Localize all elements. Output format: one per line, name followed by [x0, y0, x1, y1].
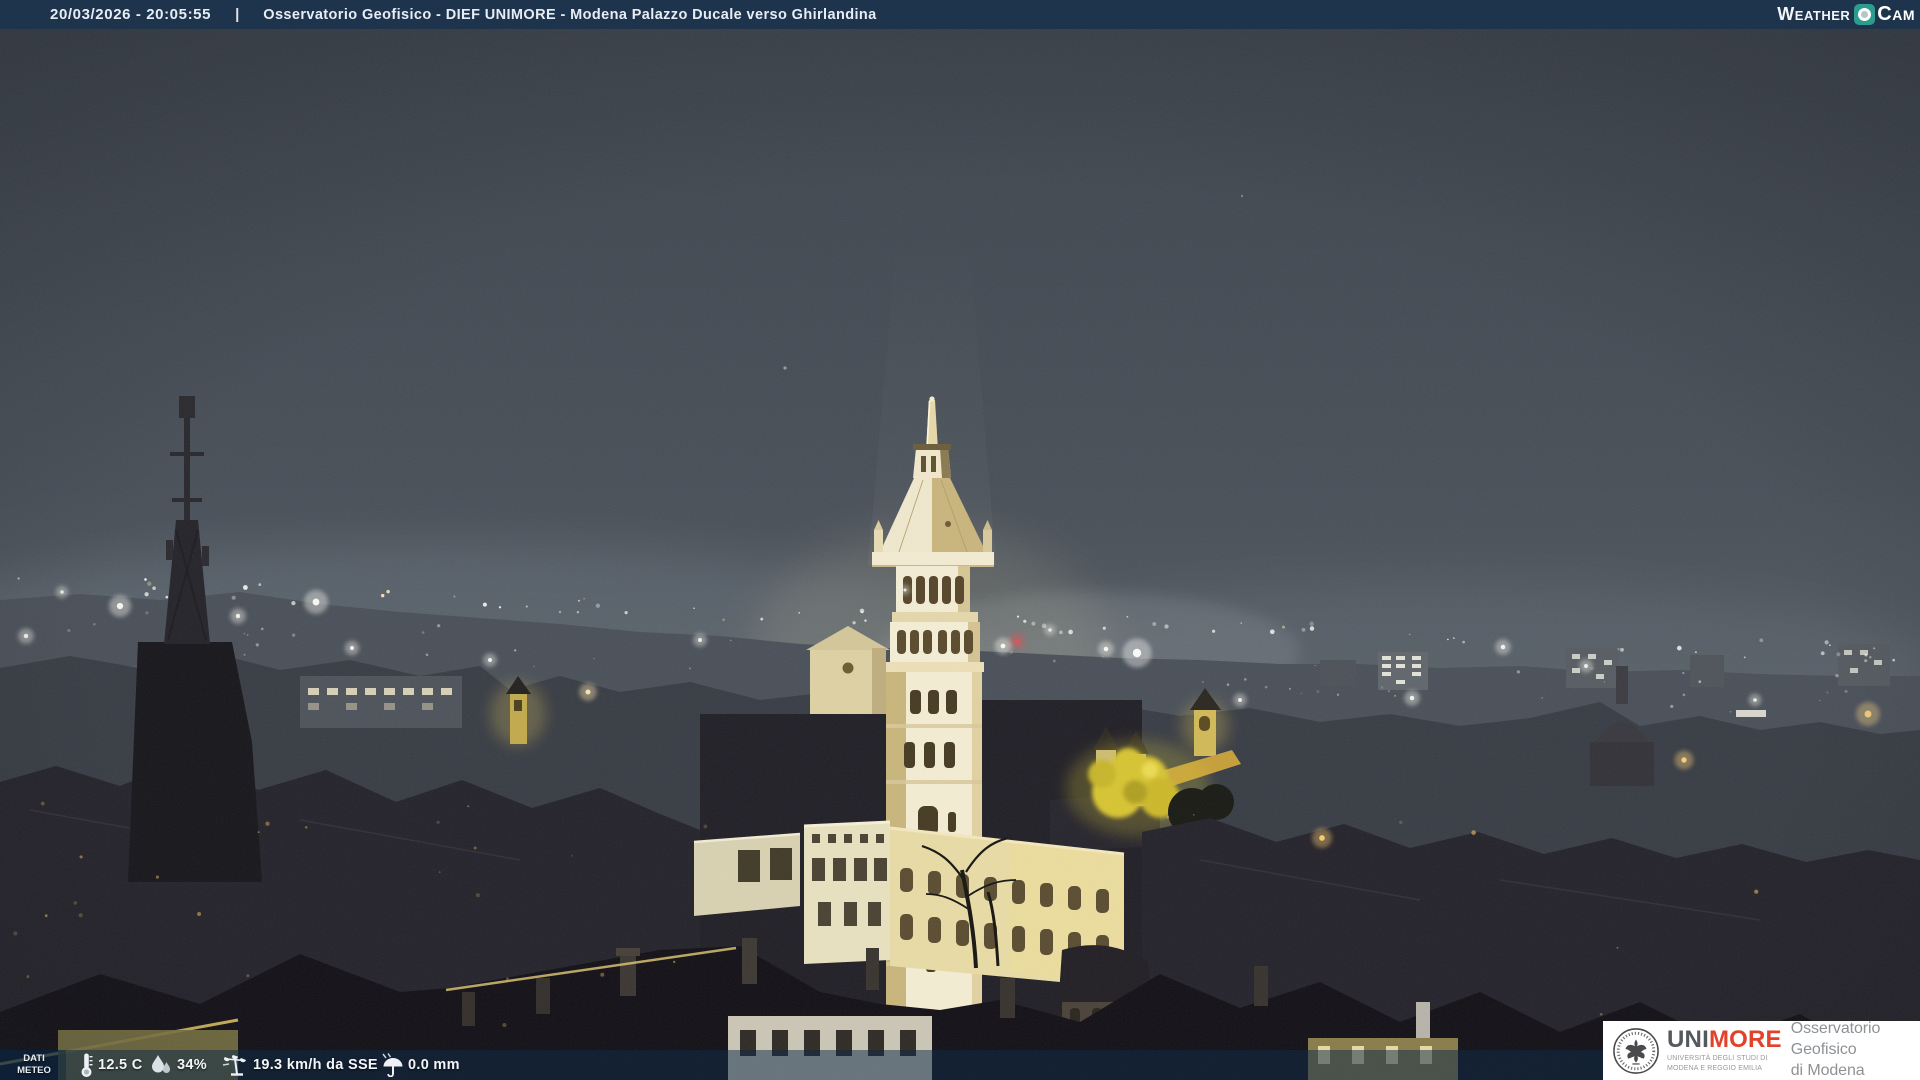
unimore-more: MORE — [1708, 1026, 1782, 1054]
wind-value: 19.3 km/h da SSE — [253, 1057, 378, 1073]
webcam-photo — [0, 0, 1920, 1080]
weathercam-logo: Weather Cam — [1777, 3, 1915, 26]
university-line1: UNIVERSITÀ DEGLI STUDI DI — [1667, 1055, 1768, 1063]
weathercam-lens-icon — [1854, 4, 1876, 25]
observatory-name: Osservatorio Geofisico di Modena — [1791, 1019, 1920, 1080]
unimore-seal-icon — [1613, 1027, 1659, 1074]
observatory-logo-box: UNIMORE UNIVERSITÀ DEGLI STUDI DI MODENA… — [1603, 1019, 1920, 1080]
umbrella-rain-icon — [382, 1053, 403, 1077]
unimore-wordmark: UNIMORE UNIVERSITÀ DEGLI STUDI DI MODENA… — [1667, 1028, 1782, 1072]
weathercam-weather-label: Weather — [1777, 4, 1851, 24]
anemometer-icon — [222, 1055, 246, 1076]
precipitation-metric: 0.0 mm — [380, 1050, 460, 1080]
humidity-drops-icon — [152, 1055, 171, 1073]
humidity-metric: 34% — [150, 1050, 207, 1080]
unimore-uni: UNI — [1667, 1026, 1709, 1054]
separator: | — [235, 6, 240, 23]
temperature-metric: 12.5 C — [80, 1050, 143, 1080]
lens-dot-icon — [1858, 8, 1872, 21]
dati-meteo-label: DATI METEO — [8, 1053, 60, 1077]
wind-metric: 19.3 km/h da SSE — [222, 1050, 378, 1080]
page-title: Osservatorio Geofisico - DIEF UNIMORE - … — [263, 6, 877, 23]
humidity-value: 34% — [177, 1057, 207, 1073]
weathercam-cam-label: Cam — [1877, 3, 1915, 25]
temperature-value: 12.5 C — [98, 1057, 143, 1073]
precipitation-value: 0.0 mm — [408, 1057, 460, 1073]
dati-line: DATI — [23, 1053, 45, 1064]
webcam-frame: 20/03/2026 - 20:05:55 | Osservatorio Geo… — [0, 0, 1920, 1080]
university-subtitle: UNIVERSITÀ DEGLI STUDI DI MODENA E REGGI… — [1667, 1054, 1782, 1072]
university-line2: MODENA E REGGIO EMILIA — [1667, 1064, 1763, 1072]
thermometer-icon — [81, 1053, 93, 1077]
observatory-line2: di Modena — [1790, 1061, 1865, 1079]
timestamp: 20/03/2026 - 20:05:55 — [50, 6, 212, 23]
observatory-line1: Osservatorio Geofisico — [1790, 1020, 1881, 1059]
title-bar: 20/03/2026 - 20:05:55 | Osservatorio Geo… — [0, 0, 1920, 29]
meteo-line: METEO — [17, 1064, 51, 1076]
